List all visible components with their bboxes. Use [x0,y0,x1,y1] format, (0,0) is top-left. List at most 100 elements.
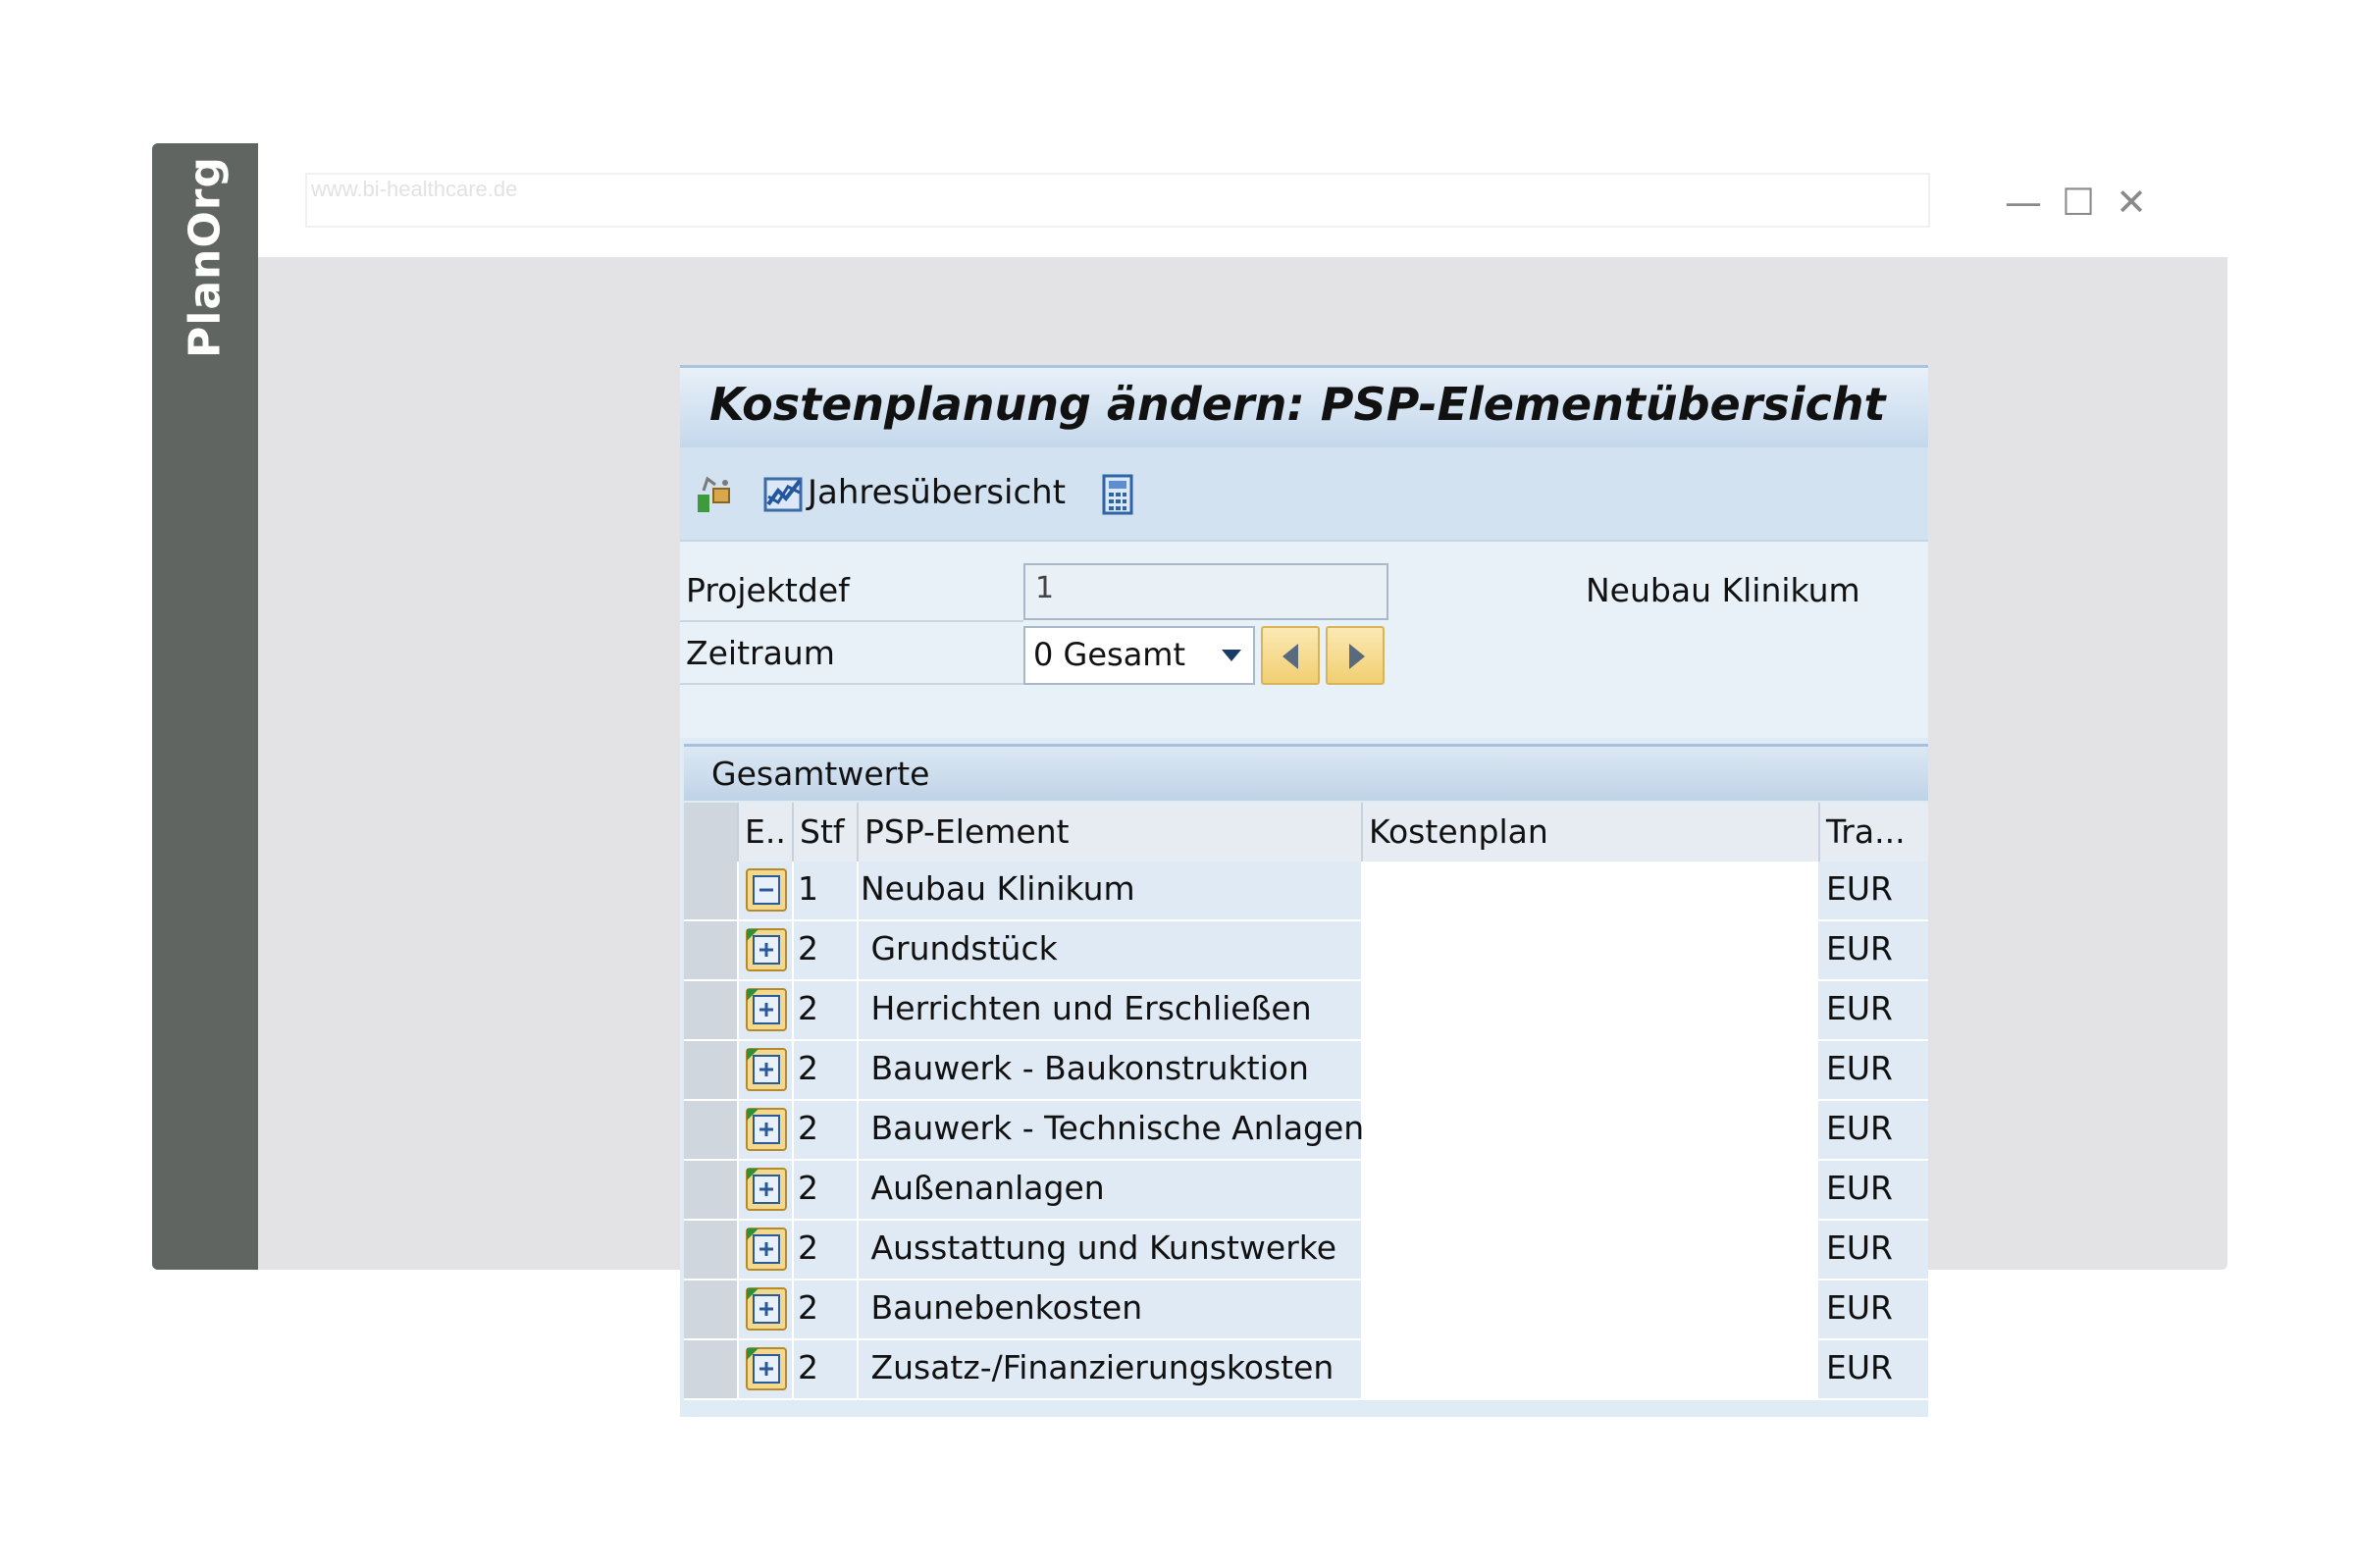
psp-element-cell[interactable]: Außenanlagen [859,1161,1363,1219]
close-button[interactable]: ✕ [2110,175,2153,230]
sap-toolbar: Jahresübersicht [680,447,1928,542]
calculator-icon[interactable] [1096,473,1139,516]
zeitraum-label: Zeitraum [686,634,835,672]
stufe-cell: 2 [794,1161,859,1219]
form-divider [680,683,1023,685]
stufe-cell: 2 [794,1340,859,1398]
stufe-cell: 2 [794,1101,859,1159]
table-row[interactable]: 2 Grundstück EUR [684,921,1928,981]
psp-element-cell[interactable]: Grundstück [859,921,1363,979]
kostenplan-input[interactable] [1363,921,1820,979]
collapse-icon[interactable] [745,867,788,913]
projektdef-input[interactable]: 1 [1023,563,1388,620]
minimize-button[interactable]: — [2002,175,2045,230]
url-text: www.bi-healthcare.de [311,177,518,201]
kostenplan-input[interactable] [1363,1221,1820,1279]
psp-element-cell[interactable]: Bauwerk - Technische Anlagen [859,1101,1364,1159]
page-title: Kostenplanung ändern: PSP-Elementübersic… [709,378,1886,431]
expand-icon[interactable] [745,1107,788,1152]
psp-element-cell[interactable]: Herrichten und Erschließen [859,981,1363,1039]
zeitraum-value: 0 Gesamt [1033,636,1186,673]
table-row[interactable]: 1 Neubau Klinikum EUR [684,862,1928,921]
row-selector[interactable] [684,981,739,1039]
expand-icon[interactable] [745,1047,788,1092]
currency-cell: EUR [1826,1109,1893,1147]
zeitraum-select[interactable]: 0 Gesamt [1023,626,1255,685]
expand-icon[interactable] [745,1286,788,1332]
section-header: Gesamtwerte [684,744,1928,801]
expand-cell [739,1041,794,1099]
projekt-description: Neubau Klinikum [1586,571,1860,609]
sap-title-bar: Kostenplanung ändern: PSP-Elementübersic… [680,365,1928,447]
column-header-psp[interactable]: PSP-Element [859,803,1363,862]
expand-icon[interactable] [745,927,788,972]
next-period-button[interactable] [1326,626,1385,685]
expand-icon[interactable] [745,1167,788,1212]
currency-cell: EUR [1826,869,1893,908]
table-row[interactable]: 2 Baunebenkosten EUR [684,1281,1928,1340]
expand-icon[interactable] [745,1227,788,1272]
column-header-stf[interactable]: Stf [794,803,859,862]
psp-element-cell[interactable]: Neubau Klinikum [859,862,1363,919]
settings-icon[interactable] [694,473,737,516]
table-row[interactable]: 2 Außenanlagen EUR [684,1161,1928,1221]
row-selector[interactable] [684,1340,739,1398]
previous-period-button[interactable] [1261,626,1320,685]
currency-cell: EUR [1826,1169,1893,1207]
expand-icon[interactable] [745,1346,788,1391]
jahresuebersicht-button[interactable]: Jahresübersicht [808,473,1066,512]
currency-cell: EUR [1826,1348,1893,1386]
stufe-cell: 2 [794,1281,859,1338]
table-row[interactable]: 2 Zusatz-/Finanzierungskosten EUR [684,1340,1928,1400]
row-selector[interactable] [684,1161,739,1219]
row-selector[interactable] [684,1101,739,1159]
kostenplan-input[interactable] [1363,981,1820,1039]
kostenplan-input[interactable] [1363,1041,1820,1099]
row-selector[interactable] [684,921,739,979]
currency-cell: EUR [1826,1288,1893,1327]
psp-element-cell[interactable]: Baunebenkosten [859,1281,1363,1338]
row-selector[interactable] [684,862,739,919]
column-header-e[interactable]: E.. [739,803,794,862]
arrow-left-icon [1282,644,1298,669]
psp-element-cell[interactable]: Bauwerk - Baukonstruktion [859,1041,1363,1099]
stufe-cell: 2 [794,1041,859,1099]
psp-element-cell[interactable]: Ausstattung und Kunstwerke [859,1221,1363,1279]
header-form: Projektdef 1 Neubau Klinikum Zeitraum 0 … [680,542,1928,738]
expand-icon[interactable] [745,987,788,1032]
currency-cell: EUR [1826,929,1893,967]
currency-cell: EUR [1826,989,1893,1027]
column-header-kostenplan[interactable]: Kostenplan [1363,803,1820,862]
kostenplan-input[interactable] [1363,1340,1820,1398]
maximize-button[interactable]: ☐ [2057,175,2100,230]
projektdef-label: Projektdef [686,571,850,609]
kostenplan-input[interactable] [1363,862,1820,919]
row-selector[interactable] [684,1041,739,1099]
psp-element-cell[interactable]: Zusatz-/Finanzierungskosten [859,1340,1363,1398]
row-selector[interactable] [684,1281,739,1338]
kostenplan-input[interactable] [1363,1161,1820,1219]
chevron-down-icon [1222,650,1241,661]
form-divider [680,620,1023,622]
table-row[interactable]: 2 Herrichten und Erschließen EUR [684,981,1928,1041]
expand-cell [739,921,794,979]
table-row[interactable]: 2 Ausstattung und Kunstwerke EUR [684,1221,1928,1281]
stufe-cell: 2 [794,921,859,979]
row-selector[interactable] [684,1221,739,1279]
expand-cell [739,1101,794,1159]
table-row[interactable]: 2 Bauwerk - Technische Anlagen EUR [684,1101,1928,1161]
brand-logo: PlanOrg [180,156,231,358]
select-all-header[interactable] [684,803,739,862]
chart-icon[interactable] [762,473,806,516]
kostenplan-input[interactable] [1363,1281,1820,1338]
column-header-tra[interactable]: Tra... [1820,803,1928,862]
expand-cell [739,1340,794,1398]
expand-cell [739,1161,794,1219]
kostenplan-input[interactable] [1363,1101,1820,1159]
stufe-cell: 1 [794,862,859,919]
currency-cell: EUR [1826,1049,1893,1087]
stufe-cell: 2 [794,981,859,1039]
table-row[interactable]: 2 Bauwerk - Baukonstruktion EUR [684,1041,1928,1101]
url-field[interactable]: www.bi-healthcare.de [305,173,1930,228]
expand-cell [739,981,794,1039]
